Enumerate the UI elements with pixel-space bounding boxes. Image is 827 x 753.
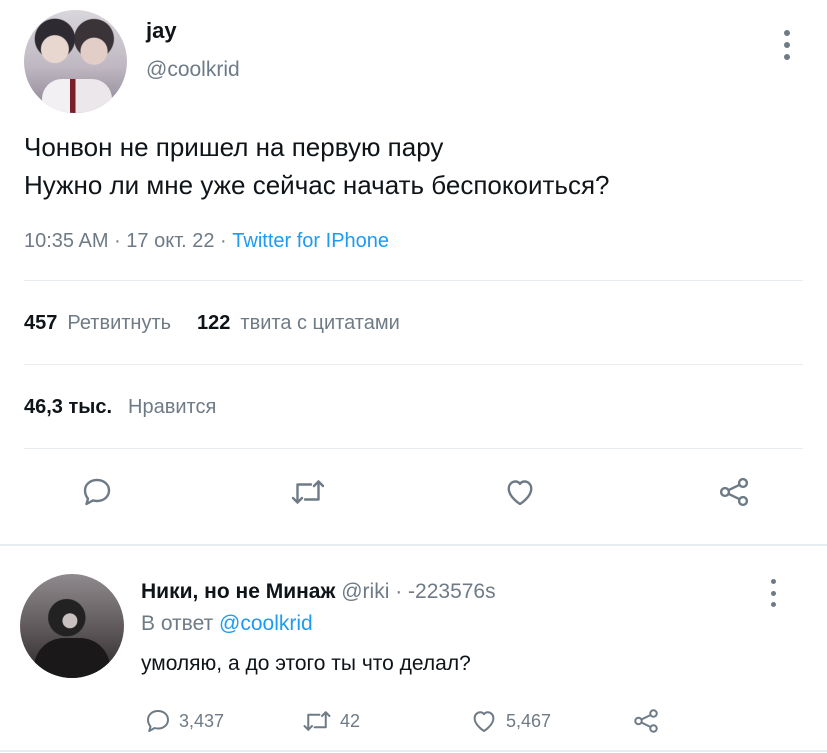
reply-retweet-count: 42 [340,710,361,731]
retweets-label[interactable]: Ретвитнуть [67,312,171,335]
divider [24,280,803,281]
reply-reply-button[interactable]: 3,437 [143,706,224,736]
meta-separator: · [214,230,233,252]
likes-label[interactable]: Нравится [128,396,216,419]
tweet-actions [0,470,827,520]
main-tweet: jay @coolkrid Чонвон не пришел на первую… [0,0,827,545]
author-handle[interactable]: @coolkrid [146,58,240,82]
tweet-text: Чонвон не пришел на первую пару Нужно ли… [24,128,610,204]
author-avatar[interactable] [24,10,127,113]
reply-author-name[interactable]: Ники, но не Минаж [141,580,335,603]
tweet-text-line-2: Нужно ли мне уже сейчас начать беспокоит… [24,170,610,200]
reply-like-count: 5,467 [506,710,552,731]
bottom-divider [0,750,827,752]
divider [24,364,803,365]
in-reply-prefix: В ответ [141,612,220,635]
reply-icon [147,710,169,732]
reply-header: Ники, но не Минаж @riki · -223576s [141,580,496,604]
retweets-count[interactable]: 457 [24,312,57,335]
reply-icon[interactable] [75,470,119,514]
reply-separator: · [389,580,409,603]
retweet-icon[interactable] [286,470,330,514]
reply-time[interactable]: -223576s [408,580,496,603]
reply-author-handle[interactable]: @riki [341,580,389,603]
meta-separator: · [108,230,127,252]
in-reply-mention[interactable]: @coolkrid [219,612,313,635]
tweet-source-link[interactable]: Twitter for IPhone [232,230,389,252]
reply-tweet[interactable]: Ники, но не Минаж @riki · -223576s В отв… [0,548,827,753]
reply-share-button[interactable] [630,706,668,736]
share-icon [634,709,658,733]
reply-text: умоляю, а до этого ты что делал? [141,652,471,675]
like-icon[interactable] [498,470,542,514]
section-divider [0,544,827,546]
tweet-date[interactable]: 17 окт. 22 [126,230,214,252]
in-reply-to: В ответ @coolkrid [141,612,313,636]
retweet-icon [303,711,331,731]
tweet-time[interactable]: 10:35 AM [24,230,109,252]
more-icon[interactable] [777,30,797,60]
reply-more-icon[interactable] [766,579,780,607]
reply-retweet-button[interactable]: 42 [300,706,360,736]
reply-avatar[interactable] [20,574,124,678]
quotes-count[interactable]: 122 [197,312,230,335]
divider [24,448,803,449]
share-icon[interactable] [712,470,756,514]
quotes-label[interactable]: твита с цитатами [240,312,399,335]
author-name[interactable]: jay [146,18,177,44]
tweet-text-line-1: Чонвон не пришел на первую пару [24,132,444,162]
likes-count[interactable]: 46,3 тыс. [24,396,112,419]
like-stats: 46,3 тыс. Нравится [24,396,242,419]
reply-reply-count: 3,437 [179,710,225,731]
retweet-stats: 457 Ретвитнуть 122 твита с цитатами [24,312,426,335]
reply-like-button[interactable]: 5,467 [468,706,551,736]
like-icon [473,711,495,732]
tweet-meta: 10:35 AM · 17 окт. 22 · Twitter for IPho… [24,230,389,253]
